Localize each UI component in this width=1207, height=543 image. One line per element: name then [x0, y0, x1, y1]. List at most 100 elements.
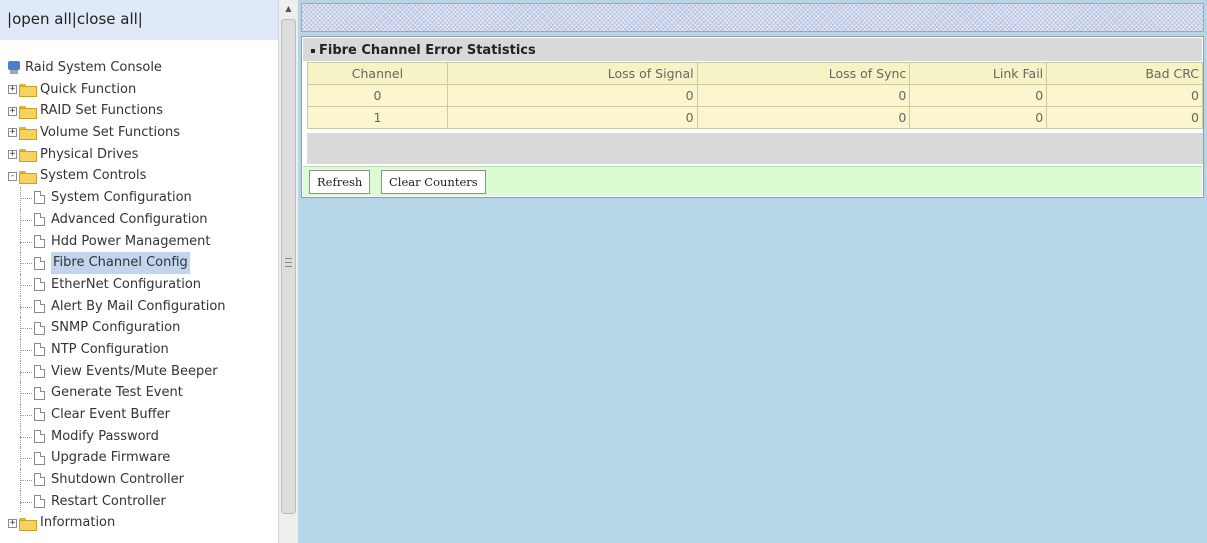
page-icon [34, 321, 45, 335]
tree-root[interactable]: Raid System Console [8, 57, 276, 79]
table-cell: 0 [909, 106, 1048, 129]
close-all-link[interactable]: close all [77, 10, 138, 28]
tree-item-alert-by-mail-configuration[interactable]: Alert By Mail Configuration [8, 295, 276, 318]
tree-item-label: Clear Event Buffer [51, 407, 170, 422]
table-cell: 0 [1046, 106, 1203, 129]
tree-item-restart-controller[interactable]: Restart Controller [8, 490, 276, 513]
tree-item-label: Modify Password [51, 428, 159, 444]
page-icon [34, 256, 45, 270]
expand-icon[interactable]: + [8, 128, 17, 138]
folder-icon [19, 517, 37, 531]
tree-item-label: Shutdown Controller [51, 472, 184, 488]
expand-icon[interactable]: + [8, 518, 17, 528]
tree-item-modify-password[interactable]: Modify Password [8, 425, 276, 448]
page-icon [34, 473, 45, 487]
table-cell: 0 [1046, 84, 1203, 107]
tree-item-ntp-configuration[interactable]: NTP Configuration [8, 338, 276, 361]
tree-item-fibre-channel-config[interactable]: Fibre Channel Config [8, 252, 276, 274]
tree-item-label: System Controls [40, 168, 147, 184]
refresh-button[interactable]: Refresh [309, 170, 371, 194]
page-icon [34, 495, 45, 509]
tree-item-label: SNMP Configuration [51, 320, 181, 336]
table-row: 1 0 0 0 0 [307, 106, 1203, 129]
tree-item-label: Generate Test Event [51, 385, 183, 401]
content-frame: Fibre Channel Error Statistics Channel L… [298, 0, 1207, 543]
tree-item-label-selected: Fibre Channel Config [51, 252, 190, 274]
table-cell: 1 [307, 106, 448, 129]
links-suffix: | [137, 10, 143, 28]
page-icon [34, 343, 45, 357]
column-header: Loss of Signal [446, 62, 698, 85]
tree-root-label: Raid System Console [25, 60, 162, 75]
panel-title-text: Fibre Channel Error Statistics [319, 43, 536, 58]
expand-icon[interactable]: + [8, 85, 17, 95]
header-bar [301, 3, 1204, 32]
tree-item-raid-set-functions[interactable]: + RAID Set Functions [8, 100, 276, 122]
open-folder-icon [19, 170, 37, 184]
page-icon [34, 213, 45, 227]
column-header: Loss of Sync [696, 62, 911, 85]
tree-item-system-controls[interactable]: - System Controls [8, 165, 276, 187]
table-cell: 0 [446, 106, 698, 129]
navigation-tree: Raid System Console + Quick Function + R… [8, 57, 276, 534]
tree-item-view-events-mute-beeper[interactable]: View Events/Mute Beeper [8, 360, 276, 383]
expand-icon[interactable]: + [8, 106, 17, 116]
tree-item-snmp-configuration[interactable]: SNMP Configuration [8, 317, 276, 339]
clear-counters-button[interactable]: Clear Counters [381, 170, 486, 194]
tree-item-label: Information [40, 515, 116, 531]
tree-item-label: RAID Set Functions [40, 103, 163, 119]
tree-item-advanced-configuration[interactable]: Advanced Configuration [8, 208, 276, 231]
tree-item-system-configuration[interactable]: System Configuration [8, 187, 276, 209]
folder-icon [19, 84, 37, 98]
expand-icon[interactable]: + [8, 150, 17, 160]
table-row: 0 0 0 0 0 [307, 84, 1203, 107]
tree-item-generate-test-event[interactable]: Generate Test Event [8, 382, 276, 404]
page-icon [34, 299, 45, 313]
grip-icon [285, 258, 292, 267]
column-header: Link Fail [909, 62, 1048, 85]
fibre-channel-stats-panel: Fibre Channel Error Statistics Channel L… [301, 36, 1204, 198]
tree-item-upgrade-firmware[interactable]: Upgrade Firmware [8, 447, 276, 469]
table-header-row: Channel Loss of Signal Loss of Sync Link… [307, 62, 1203, 85]
page-icon [34, 451, 45, 465]
table-cell: 0 [307, 84, 448, 107]
tree-item-label: Volume Set Functions [40, 125, 181, 141]
tree-item-label: EtherNet Configuration [51, 276, 202, 292]
tree-item-information[interactable]: + Information [8, 512, 276, 534]
page-icon [34, 234, 45, 248]
page-icon [34, 364, 45, 378]
button-bar: Refresh Clear Counters [303, 166, 1202, 196]
tree-item-clear-event-buffer[interactable]: Clear Event Buffer [8, 404, 276, 426]
page-icon [34, 278, 45, 292]
tree-item-label: Upgrade Firmware [51, 450, 171, 466]
table-cell: 0 [696, 84, 911, 107]
scroll-up-arrow-icon[interactable]: ▲ [279, 0, 298, 18]
table-footer-bar [307, 133, 1203, 164]
column-header: Bad CRC [1046, 62, 1203, 85]
tree-item-physical-drives[interactable]: + Physical Drives [8, 144, 276, 166]
folder-icon [19, 127, 37, 141]
tree-item-volume-set-functions[interactable]: + Volume Set Functions [8, 122, 276, 144]
tree-item-hdd-power-management[interactable]: Hdd Power Management [8, 230, 276, 253]
column-header: Channel [307, 62, 448, 85]
page-icon [34, 430, 45, 444]
vertical-scrollbar[interactable]: ▲ [278, 0, 298, 543]
tree-item-label: Restart Controller [51, 493, 166, 509]
table-cell: 0 [909, 84, 1048, 107]
tree-item-shutdown-controller[interactable]: Shutdown Controller [8, 469, 276, 491]
tree-item-label: NTP Configuration [51, 341, 169, 357]
panel-title: Fibre Channel Error Statistics [303, 38, 1202, 61]
table-cell: 0 [446, 84, 698, 107]
tree-item-label: Advanced Configuration [51, 211, 208, 227]
tree-item-label: System Configuration [51, 190, 192, 206]
console-icon [8, 61, 20, 75]
collapse-icon[interactable]: - [8, 171, 17, 181]
scrollbar-thumb[interactable] [281, 19, 296, 514]
error-statistics-table: Channel Loss of Signal Loss of Sync Link… [307, 62, 1203, 129]
folder-icon [19, 105, 37, 119]
page-icon [34, 191, 45, 205]
page-icon [34, 408, 45, 422]
tree-item-ethernet-configuration[interactable]: EtherNet Configuration [8, 273, 276, 296]
open-all-link[interactable]: open all [12, 10, 72, 28]
tree-item-quick-function[interactable]: + Quick Function [8, 79, 276, 101]
